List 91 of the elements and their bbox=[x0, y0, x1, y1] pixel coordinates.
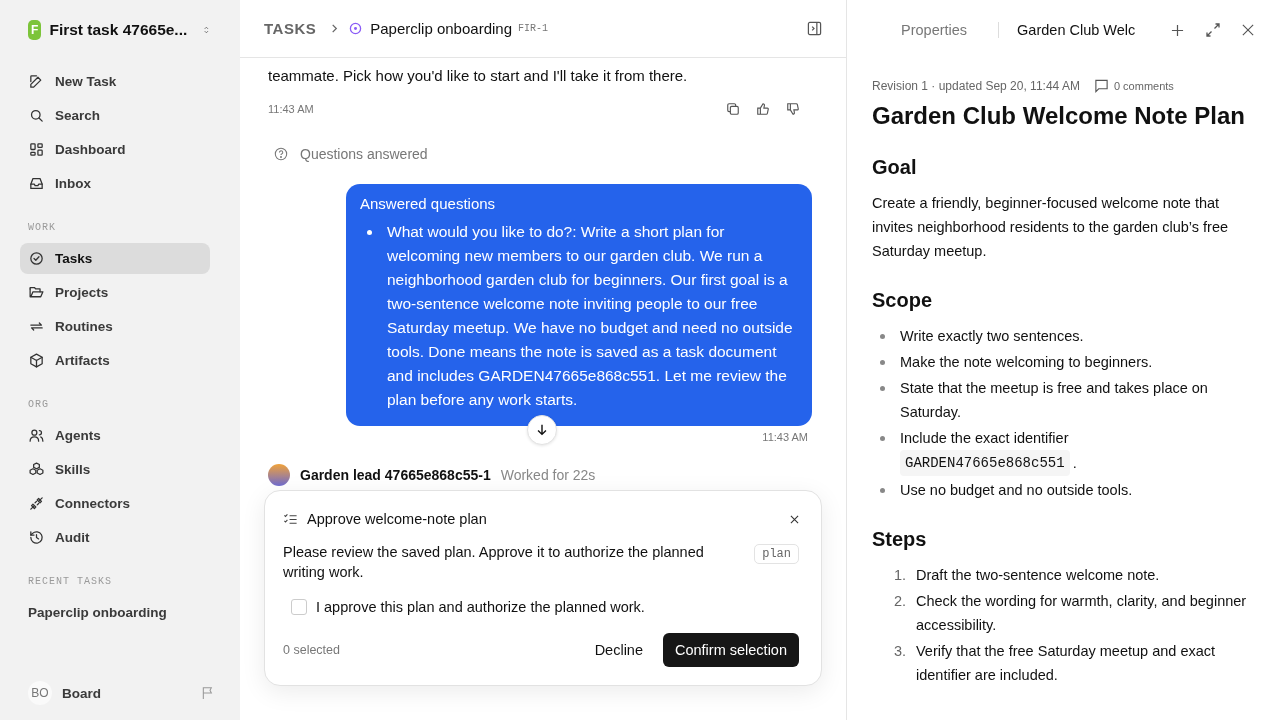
plan-tag: plan bbox=[754, 544, 799, 564]
answer-text: What would you like to do?: Write a short plan for welcoming new members to our garden club. We run a neighborhood garden club for beginners. Our first goal is a two-sentence welcome note inviting people to our free Saturday meetup. We have no budget and need no outside tools. Done means the note is saved as a task document and includes GARDEN47665e868c551. Let me review the plan before any work starts. bbox=[387, 222, 794, 410]
section-label: ORG bbox=[27, 399, 50, 410]
message-time: 11:43 AM bbox=[268, 103, 314, 115]
list-item: Check the wording for warmth, clarity, and beginner accessibility. bbox=[916, 592, 1248, 635]
revision-info: Revision 1 · updated Sep 20, 11:44 AM bbox=[872, 78, 1080, 93]
task-title: Paperclip onboarding bbox=[370, 20, 512, 37]
bullet-icon bbox=[880, 386, 885, 391]
nav-item[interactable]: Artifacts bbox=[20, 345, 210, 376]
list-item: Include the exact identifier bbox=[900, 429, 1070, 448]
punctuation: . bbox=[1072, 454, 1077, 473]
list-number: 1. bbox=[894, 566, 908, 585]
bullet-icon bbox=[880, 360, 885, 365]
bubble-title: Answered questions bbox=[360, 195, 497, 212]
nav-item[interactable]: Search bbox=[20, 100, 210, 131]
checkbox[interactable] bbox=[291, 599, 307, 615]
user-name: Board bbox=[62, 685, 101, 701]
nav-item[interactable]: Skills bbox=[20, 454, 210, 485]
message-text: teammate. Pick how you'd like to start and I'll take it from there. bbox=[268, 66, 689, 86]
agent-avatar bbox=[268, 464, 290, 486]
status-text: Questions answered bbox=[300, 146, 428, 162]
breadcrumb-link[interactable]: TASKS bbox=[264, 20, 317, 37]
nav-item[interactable]: Audit bbox=[20, 522, 210, 553]
code-identifier: GARDEN47665e868c551 bbox=[900, 450, 1070, 476]
worked-duration: Worked for 22s bbox=[500, 467, 596, 483]
status-circle-icon bbox=[349, 22, 363, 35]
copy-icon[interactable] bbox=[726, 102, 740, 116]
message-time: 11:43 AM bbox=[762, 431, 808, 443]
list-item: Verify that the free Saturday meetup and exact identifier are included. bbox=[916, 642, 1217, 685]
check-circle-icon bbox=[28, 250, 45, 267]
close-icon[interactable] bbox=[790, 514, 799, 524]
list-number: 2. bbox=[894, 592, 908, 611]
panel-tab[interactable]: Properties bbox=[901, 22, 968, 38]
card-title: Approve welcome-note plan bbox=[307, 511, 487, 527]
panel-toggle-icon[interactable] bbox=[807, 21, 822, 36]
bullet-icon bbox=[880, 488, 885, 493]
bullet-icon bbox=[880, 436, 885, 441]
nav-item[interactable]: Routines bbox=[20, 311, 210, 342]
cube-icon bbox=[28, 352, 45, 369]
add-icon[interactable] bbox=[1171, 23, 1185, 37]
section-heading: Steps bbox=[872, 528, 928, 551]
cubes-icon bbox=[28, 461, 45, 478]
expand-icon[interactable] bbox=[1206, 23, 1221, 37]
history-icon bbox=[28, 529, 45, 546]
inbox-icon bbox=[28, 175, 45, 192]
bullet-icon bbox=[367, 230, 372, 235]
dashboard-icon bbox=[28, 141, 45, 158]
comments-link[interactable]: 0 comments bbox=[1113, 79, 1174, 92]
decline-button[interactable]: Decline bbox=[580, 633, 657, 667]
list-item: Use no budget and no outside tools. bbox=[900, 481, 1133, 500]
user-avatar[interactable]: BO bbox=[28, 681, 52, 705]
nav-item[interactable]: Projects bbox=[20, 277, 210, 308]
section-label: RECENT TASKS bbox=[27, 576, 113, 587]
section-label: WORK bbox=[27, 222, 57, 233]
arrow-down-icon bbox=[535, 423, 549, 437]
task-id: FIR-1 bbox=[518, 23, 549, 34]
document-title: Garden Club Welcome Note Plan bbox=[872, 102, 1246, 130]
nav-item[interactable]: Agents bbox=[20, 420, 210, 451]
section-heading: Goal bbox=[872, 156, 918, 179]
section-heading: Scope bbox=[872, 289, 934, 312]
chevron-right-icon bbox=[330, 24, 340, 33]
nav-item[interactable]: Inbox bbox=[20, 168, 210, 199]
plug-icon bbox=[28, 495, 45, 512]
list-item: Write exactly two sentences. bbox=[900, 327, 1084, 346]
list-number: 3. bbox=[894, 642, 908, 661]
search-icon bbox=[28, 107, 45, 124]
thumbs-up-icon[interactable] bbox=[756, 102, 770, 116]
users-icon bbox=[28, 427, 45, 444]
thumbs-down-icon[interactable] bbox=[786, 102, 800, 116]
card-description: Please review the saved plan. Approve it to authorize the planned writing work. bbox=[283, 543, 705, 582]
close-icon[interactable] bbox=[1242, 24, 1255, 36]
nav-item[interactable]: Tasks bbox=[20, 243, 210, 274]
author-name: Garden lead 47665e868c55-1 bbox=[300, 467, 491, 483]
selection-count: 0 selected bbox=[283, 643, 340, 657]
paragraph: Create a friendly, beginner-focused welcome note that invites neighborhood residents to the garden club’s free Saturday meetup. bbox=[872, 194, 1230, 261]
help-circle-icon bbox=[274, 147, 288, 161]
nav-item[interactable]: Dashboard bbox=[20, 134, 210, 165]
checkbox-label: I approve this plan and authorize the planned work. bbox=[316, 599, 645, 615]
list-item: Make the note welcoming to beginners. bbox=[900, 353, 1153, 372]
bullet-icon bbox=[880, 334, 885, 339]
nav-item[interactable]: Connectors bbox=[20, 488, 210, 519]
panel-tab[interactable]: Garden Club Welc bbox=[1017, 22, 1142, 38]
checklist-icon bbox=[283, 511, 298, 527]
comment-icon bbox=[1093, 78, 1109, 93]
list-item: Draft the two-sentence welcome note. bbox=[916, 566, 1160, 585]
recent-task-link[interactable]: Paperclip onboarding bbox=[20, 597, 210, 620]
nav-item[interactable]: New Task bbox=[20, 66, 210, 97]
workspace-name[interactable]: First task 47665e... bbox=[49, 21, 188, 39]
list-item: State that the meetup is free and takes place on Saturday. bbox=[900, 379, 1209, 422]
confirm-button[interactable]: Confirm selection bbox=[663, 633, 799, 667]
workspace-logo: F bbox=[28, 20, 42, 40]
